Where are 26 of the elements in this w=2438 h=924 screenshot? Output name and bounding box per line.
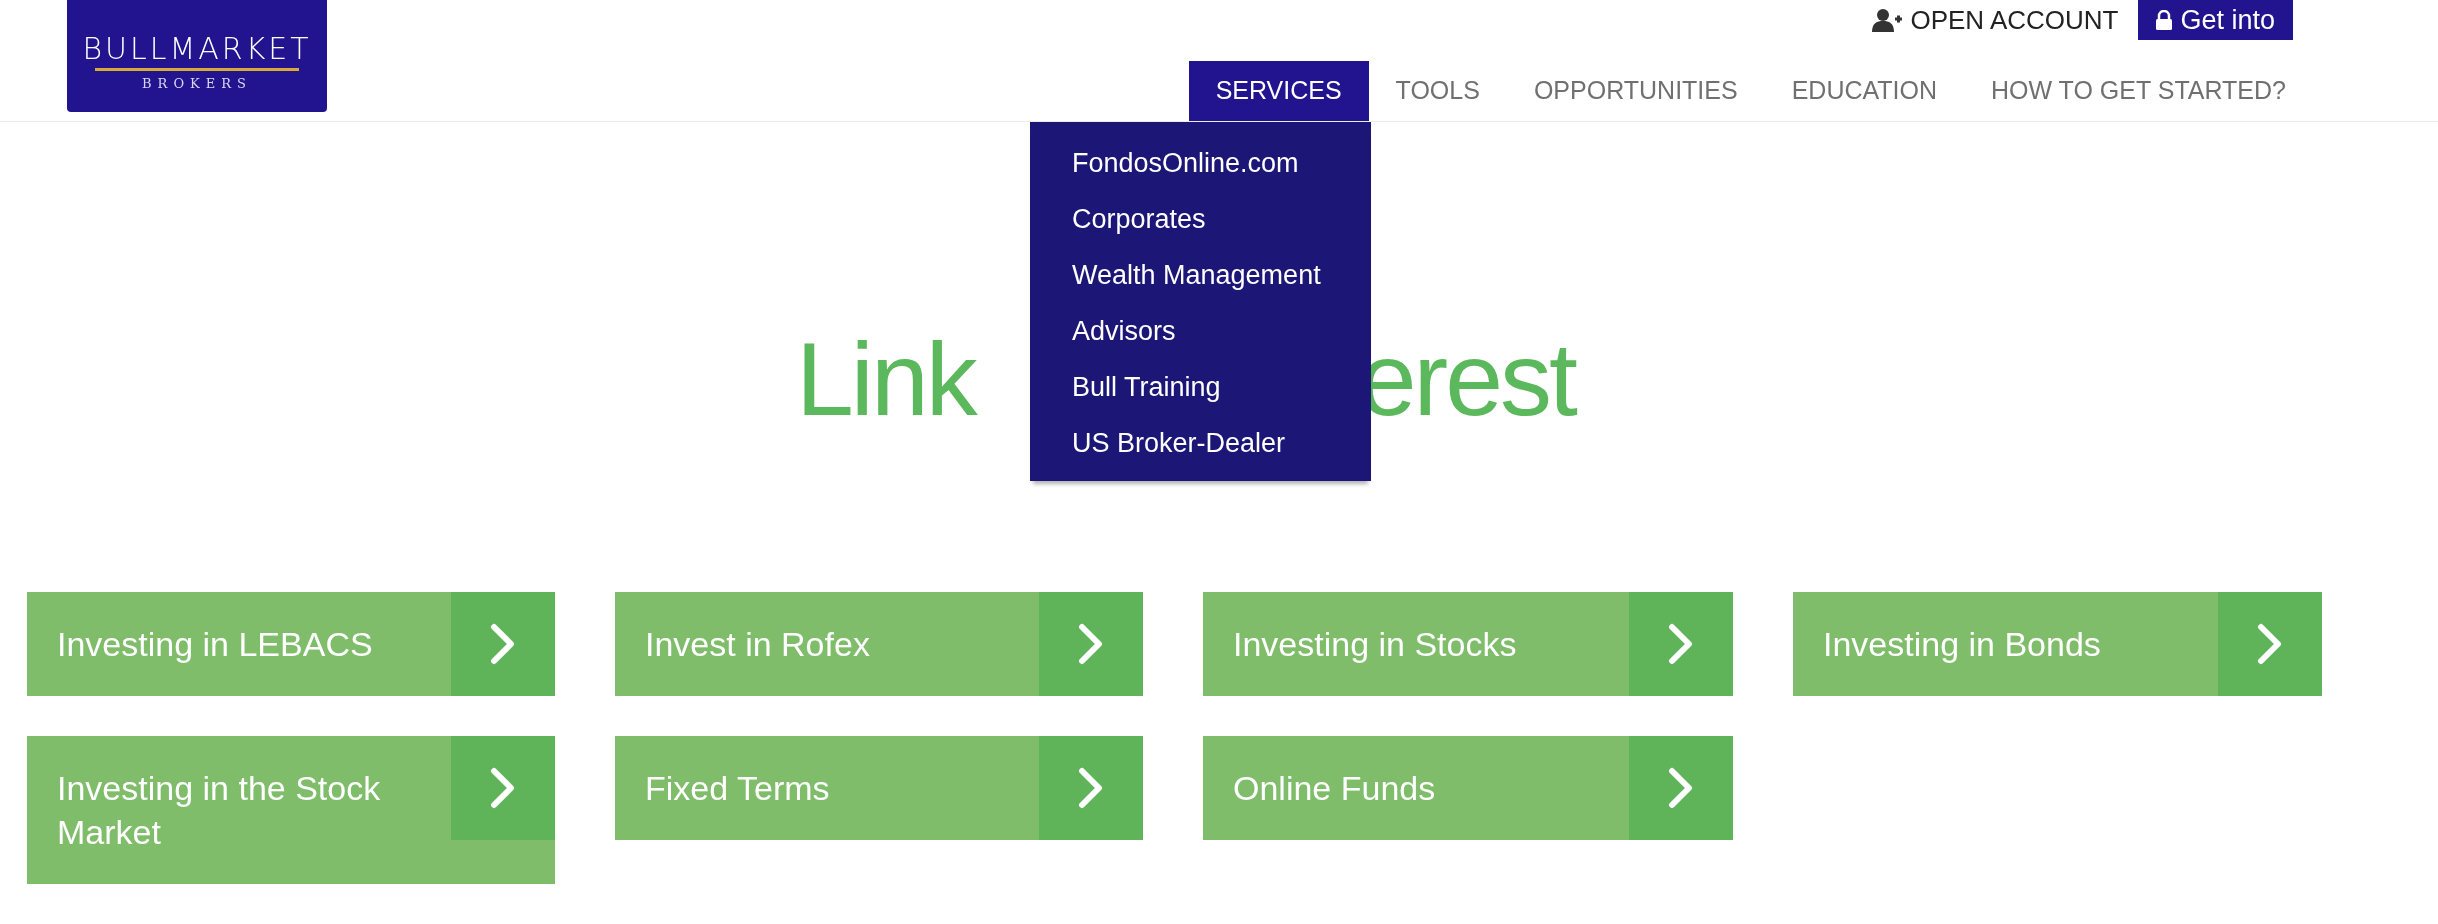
chevron-right-icon [1668,767,1694,809]
chevron-right-icon [490,767,516,809]
chevron-right-icon [1078,767,1104,809]
logo[interactable]: BULLMARKET BROKERS [67,0,327,112]
chevron-right-icon [1668,623,1694,665]
open-account-link[interactable]: OPEN ACCOUNT [1872,0,2119,40]
dropdown-item[interactable]: Bull Training [1030,359,1371,415]
dropdown-item[interactable]: US Broker-Dealer [1030,415,1371,471]
nav-tab[interactable]: SERVICES [1188,61,1369,121]
nav-tab[interactable]: OPPORTUNITIES [1506,61,1765,121]
heading-text: Link [796,327,975,439]
dropdown-item[interactable]: Corporates [1030,191,1371,247]
nav-tab[interactable]: EDUCATION [1764,61,1965,121]
logo-wordmark: BULLMARKET [82,34,312,64]
dropdown-item[interactable]: Advisors [1030,303,1371,359]
dropdown-item[interactable]: Wealth Management [1030,247,1371,303]
login-button[interactable]: Get into [2138,0,2293,40]
logo-tagline: BROKERS [142,77,252,90]
dropdown-item[interactable]: FondosOnline.com [1030,135,1371,191]
nav-tab[interactable]: HOW TO GET STARTED? [1964,61,2313,121]
nav-tab[interactable]: TOOLS [1368,61,1507,121]
lock-icon [2156,10,2173,30]
chevron-right-icon [2257,623,2283,665]
chevron-right-icon [1078,623,1104,665]
user-plus-icon [1872,8,1903,32]
chevron-right-icon [490,623,516,665]
